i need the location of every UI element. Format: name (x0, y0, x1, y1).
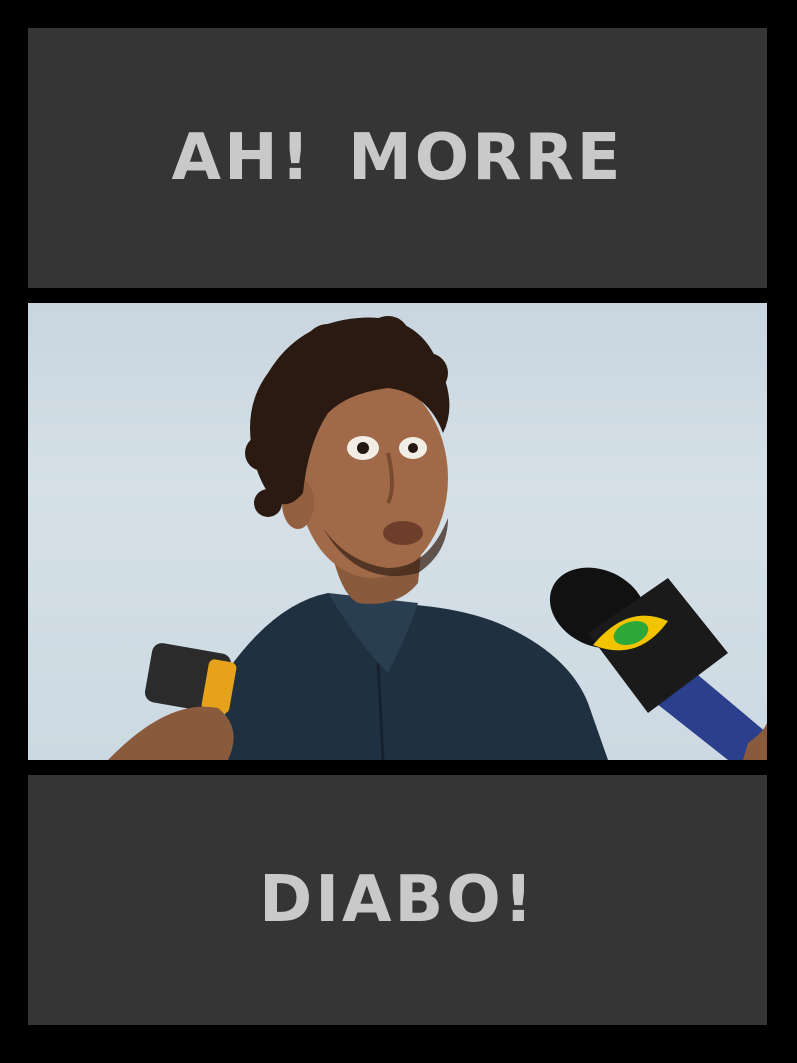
top-caption: AH! MORRE (171, 121, 624, 195)
pursed-mouth (383, 521, 423, 545)
photo-illustration (108, 316, 767, 760)
bottom-caption-panel: DIABO! (28, 775, 767, 1025)
jacket (218, 593, 608, 760)
top-caption-panel: AH! MORRE (28, 28, 767, 288)
bottom-caption: DIABO! (259, 863, 536, 937)
meme-photo (28, 303, 767, 760)
